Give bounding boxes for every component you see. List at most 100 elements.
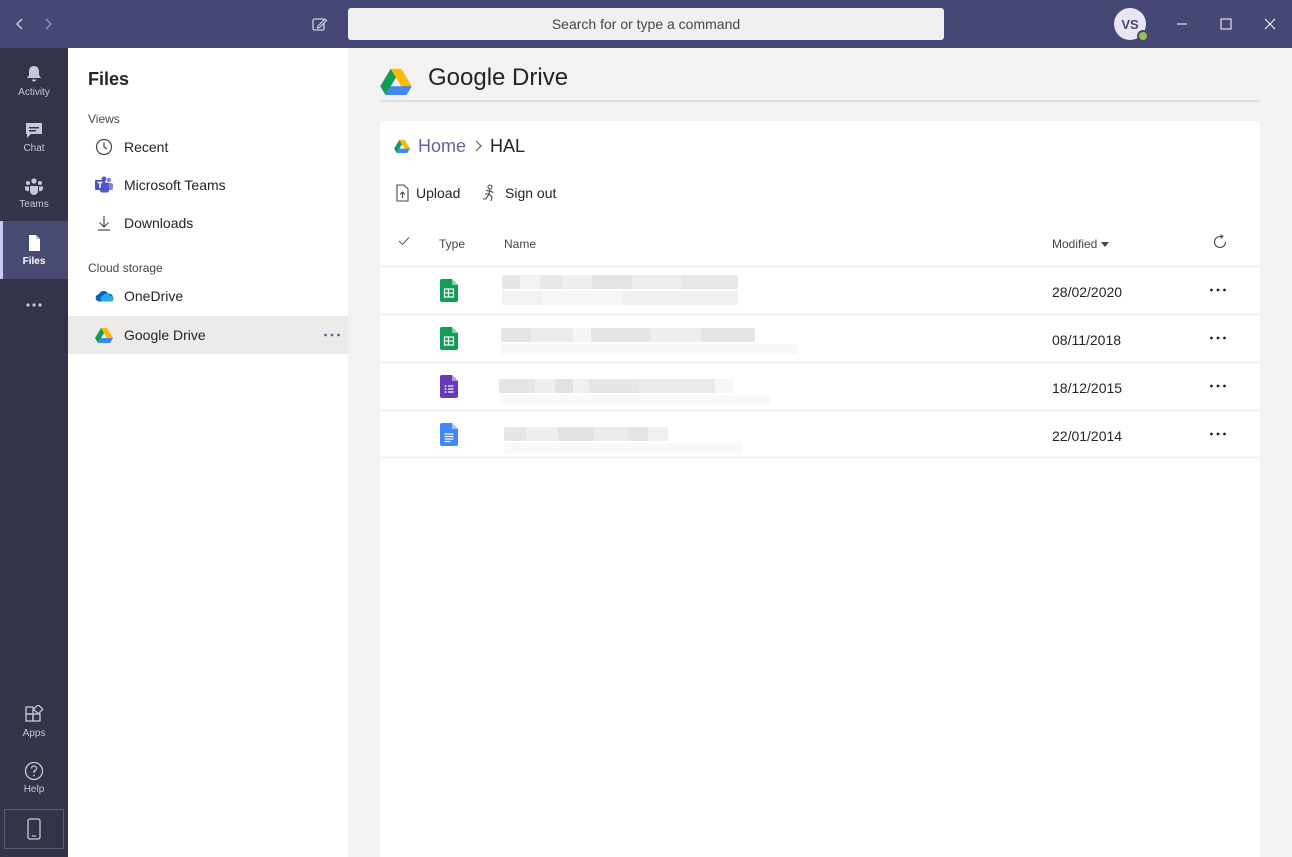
close-icon[interactable] [1260,14,1280,34]
redacted-file-name [502,291,738,305]
new-chat-compose-icon[interactable] [310,14,330,34]
redacted-file-name [501,328,755,342]
files-sidebar: Files Views Recent Microsoft Teams Downl… [68,48,348,857]
redacted-file-name [501,344,797,354]
rail-item-files[interactable]: Files [0,221,68,279]
avatar[interactable]: VS [1114,8,1149,42]
sidebar-item-downloads[interactable]: Downloads [68,204,348,242]
upload-button[interactable]: Upload [394,183,460,203]
redacted-file-name [502,275,738,289]
rail-item-help[interactable]: Help [0,750,68,806]
sidebar-item-onedrive[interactable]: OneDrive [68,277,348,315]
table-row[interactable]: 22/01/2014 [380,410,1260,458]
column-header-name[interactable]: Name [504,237,536,251]
more-options-icon[interactable] [1207,424,1229,444]
sidebar-item-google-drive[interactable]: Google Drive [68,316,348,354]
sidebar-item-recent[interactable]: Recent [68,128,348,166]
forward-arrow-icon[interactable] [38,14,58,34]
table-row[interactable]: 18/12/2015 [380,362,1260,410]
more-options-icon[interactable] [1207,328,1229,348]
maximize-icon[interactable] [1216,14,1236,34]
breadcrumb-home-link[interactable]: Home [418,136,466,157]
title-bar: Search for or type a command VS [0,0,1292,48]
cloud-storage-section-label: Cloud storage [88,261,163,275]
sidebar-title: Files [88,69,130,89]
bell-icon [27,66,41,82]
docs-icon [440,423,458,446]
rail-label: Activity [18,87,50,98]
rail-label: Help [23,784,45,795]
sort-down-icon [1101,241,1110,247]
column-header-modified[interactable]: Modified [1052,237,1110,251]
table-row[interactable]: 08/11/2018 [380,314,1260,362]
views-section-label: Views [88,112,120,126]
download-icon [94,213,114,233]
sign-out-icon [483,184,494,202]
rail-label: Teams [19,199,49,210]
sheets-icon [440,279,458,302]
chevron-right-icon [474,140,482,152]
breadcrumb-current: HAL [490,135,526,156]
upload-label: Upload [416,185,461,201]
forms-icon [440,375,458,398]
page-title: Google Drive [428,64,569,91]
avatar-initials: VS [1121,16,1139,32]
teams-icon [25,178,43,195]
sheets-icon [440,327,458,350]
download-mobile-app-button[interactable] [4,809,64,849]
rail-item-apps[interactable]: Apps [0,694,68,750]
sidebar-item-microsoft-teams[interactable]: Microsoft Teams [68,166,348,204]
app-rail: Activity Chat Teams Files Apps Help [0,48,68,857]
more-options-icon[interactable] [1207,280,1229,300]
minimize-icon[interactable] [1172,14,1192,34]
teams-logo-icon [94,175,114,195]
redacted-file-name [504,427,668,441]
refresh-icon[interactable] [1212,234,1228,253]
help-icon [24,761,44,781]
sidebar-item-label: OneDrive [124,288,184,304]
redacted-file-name [504,443,742,453]
search-placeholder: Search for or type a command [551,16,741,32]
table-row[interactable]: 28/02/2020 [380,266,1260,314]
sign-out-button[interactable]: Sign out [481,183,556,203]
chat-icon [26,123,42,138]
rail-item-chat[interactable]: Chat [0,109,68,165]
search-input[interactable]: Search for or type a command [348,8,944,40]
column-header-modified-label: Modified [1052,237,1098,251]
rail-item-activity[interactable]: Activity [0,53,68,109]
rail-label: Apps [22,728,46,739]
sidebar-item-label: Recent [124,139,169,155]
redacted-file-name [499,379,733,393]
redacted-file-name [499,395,771,405]
clock-icon [94,137,114,157]
modified-date: 22/01/2014 [1052,428,1123,444]
modified-date: 08/11/2018 [1052,332,1122,348]
more-options-icon[interactable] [1207,376,1229,396]
select-all-checkbox[interactable] [398,235,410,249]
rail-item-more[interactable] [0,278,68,334]
rail-label: Chat [23,143,45,154]
file-icon [29,235,40,251]
breadcrumb: Home HAL [394,135,525,157]
apps-icon [25,705,44,722]
google-drive-icon [94,325,114,345]
phone-icon [27,818,41,840]
file-browser-panel: Home HAL Upload Sign out Type Name Modif… [380,121,1260,857]
onedrive-icon [94,286,114,306]
upload-icon [396,184,409,202]
sidebar-item-label: Google Drive [124,327,206,343]
sign-out-label: Sign out [505,185,557,201]
sidebar-item-label: Microsoft Teams [124,177,226,193]
header-divider [380,100,1260,102]
modified-date: 18/12/2015 [1052,380,1123,396]
presence-available-icon [1137,30,1149,42]
rail-item-teams[interactable]: Teams [0,165,68,221]
checkmark-icon [398,237,410,246]
back-arrow-icon[interactable] [10,14,30,34]
rail-label: Files [22,256,46,267]
more-options-icon[interactable] [322,325,342,345]
sidebar-item-label: Downloads [124,215,194,231]
column-header-type[interactable]: Type [439,237,465,251]
more-icon [26,302,42,307]
modified-date: 28/02/2020 [1052,284,1123,300]
